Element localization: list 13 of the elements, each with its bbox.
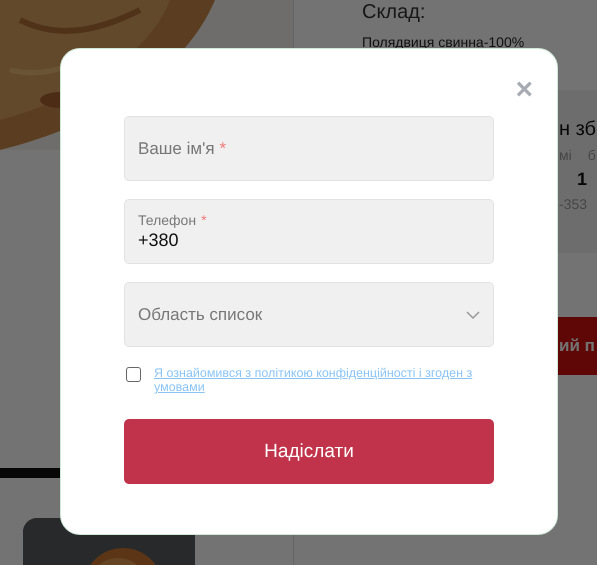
section-heading: Склад:: [362, 0, 426, 24]
panel-value: 1: [576, 169, 588, 190]
region-dropdown[interactable]: Область список: [124, 282, 494, 347]
chevron-down-icon: [466, 310, 480, 318]
name-field[interactable]: Ваше ім'я *: [124, 116, 494, 181]
field-label: Телефон *: [138, 212, 207, 228]
ingredients-text: Полядвиця свинна-100%: [362, 34, 526, 50]
phone-input[interactable]: +380: [138, 230, 468, 251]
phone-field[interactable]: Телефон * +380: [124, 199, 494, 264]
panel-title: н зб: [559, 118, 597, 141]
close-button[interactable]: ×: [515, 77, 533, 103]
checkbox[interactable]: [126, 367, 141, 382]
submit-button[interactable]: Надіслати: [124, 419, 494, 484]
